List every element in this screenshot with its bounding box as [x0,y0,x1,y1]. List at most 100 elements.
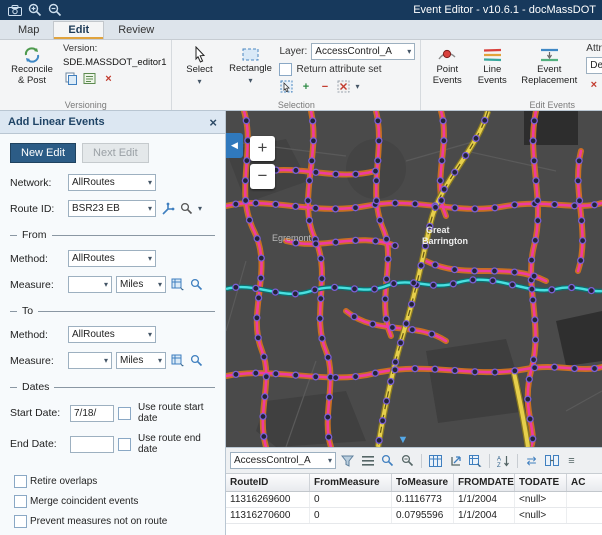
new-edit-button[interactable]: New Edit [10,143,76,163]
column-header-tomeasure[interactable]: ToMeasure [392,474,454,491]
select-button[interactable]: Select ▾ [177,43,221,98]
export-arrow-icon[interactable] [447,452,464,469]
from-measure-input[interactable]: ▾ [68,276,112,293]
line-events-label: Line Events [474,65,510,87]
to-measure-unit-select[interactable]: Miles ▾ [116,352,166,369]
from-method-select[interactable]: AllRoutes ▾ [68,250,156,267]
table-row[interactable]: 11316270600 0 0.0795596 1/1/2004 <null> [226,508,602,524]
cell-tomeasure: 0.1116773 [392,492,454,507]
link-icon[interactable]: ≡ [563,452,580,469]
end-date-input[interactable] [70,436,114,453]
network-select[interactable]: AllRoutes ▾ [68,174,156,191]
line-events-button[interactable]: Line Events [472,43,512,98]
column-header-fromdate[interactable]: FROMDATE [454,474,515,491]
zoom-in-button[interactable]: + [250,136,275,161]
panel-close-icon[interactable]: × [209,116,217,129]
dates-section-label: Dates [22,381,49,393]
zoom-out-button[interactable]: − [250,164,275,189]
use-route-start-checkbox[interactable] [118,407,131,420]
map-view[interactable]: Egremont Great Barrington ◀ + − ▼ [226,111,602,447]
to-measure-label: Measure: [10,355,64,367]
to-measure-zoom-icon[interactable] [189,353,204,368]
switch-selection-icon[interactable]: ⇄ [523,452,540,469]
route-id-value: BSR23 EB [72,203,144,214]
rectangle-dropdown-chevron-icon[interactable]: ▾ [248,76,252,85]
remove-from-selection-icon[interactable]: − [317,79,332,94]
column-header-routeid[interactable]: RouteID [226,474,310,491]
zoom-out-icon[interactable] [46,2,63,18]
from-measure-unit-select[interactable]: Miles ▾ [116,276,166,293]
edit-version-icon[interactable] [63,71,78,86]
to-method-label: Method: [10,329,64,341]
prevent-measures-checkbox[interactable] [14,515,27,528]
sort-ascending-icon[interactable]: AZ [495,452,512,469]
tab-edit[interactable]: Edit [53,21,104,39]
to-method-select[interactable]: AllRoutes ▾ [68,326,156,343]
merge-coincident-checkbox[interactable] [14,495,27,508]
menu-icon[interactable] [359,452,376,469]
titlebar: Event Editor - v10.6.1 - docMassDOT [0,0,602,20]
table-row[interactable]: 11316269600 0 0.1116773 1/1/2004 <null> [226,492,602,508]
columns-icon[interactable] [427,452,444,469]
start-date-label: Start Date: [10,407,66,419]
from-method-chevron-icon: ▾ [148,254,152,263]
column-header-frommeasure[interactable]: FromMeasure [310,474,392,491]
new-selection-icon[interactable] [279,79,294,94]
to-measure-picker-icon[interactable] [170,353,185,368]
ribbon-group-versioning: Reconcile & Post Version: SDE.MASSDOT_ed… [0,40,172,110]
select-route-on-map-icon[interactable] [160,201,175,216]
column-header-todate[interactable]: TODATE [515,474,567,491]
use-route-end-checkbox[interactable] [118,438,131,451]
route-zoom-chevron-icon[interactable]: ▾ [198,204,202,213]
clear-selection-icon[interactable] [336,79,351,94]
collapse-bottom-grid-button[interactable]: ▼ [386,433,420,446]
return-attribute-set-label: Return attribute set [296,64,381,75]
tab-review[interactable]: Review [104,22,168,39]
zoom-in-icon[interactable] [26,2,43,18]
zoom-to-selected-icon[interactable] [399,452,416,469]
delete-event-icon[interactable]: × [586,77,601,92]
select-cursor-icon [192,46,207,64]
event-replacement-icon [539,46,560,64]
grid-layer-select[interactable]: AccessControl_A ▾ [230,452,336,469]
window-title: Event Editor - v10.6.1 - docMassDOT [413,4,596,16]
tab-map[interactable]: Map [4,22,53,39]
camera-icon[interactable] [6,2,23,18]
layer-select[interactable]: AccessControl_A ▾ [311,43,415,60]
selection-options-icon[interactable]: ▾ [355,82,359,91]
return-attribute-set-checkbox[interactable] [279,63,292,76]
from-measure-zoom-icon[interactable] [189,277,204,292]
attribute-set-label: Attribute Set: [586,43,602,54]
point-events-icon [437,46,457,64]
column-header-ac[interactable]: AC [567,474,602,491]
related-tables-icon[interactable] [543,452,560,469]
add-to-selection-icon[interactable]: + [298,79,313,94]
route-id-select[interactable]: BSR23 EB ▾ [68,200,156,217]
find-icon[interactable] [379,452,396,469]
route-zoom-icon[interactable] [179,201,194,216]
to-measure-input[interactable]: ▾ [68,352,112,369]
table-options-icon[interactable] [467,452,484,469]
attribute-set-select[interactable]: Default ▾ [586,57,602,74]
filter-icon[interactable] [339,452,356,469]
use-route-end-label: Use route end date [138,433,215,455]
prevent-measures-label: Prevent measures not on route [30,516,167,527]
collapse-left-panel-button[interactable]: ◀ [226,133,243,158]
route-id-chevron-icon: ▾ [148,204,152,213]
cell-todate: <null> [515,508,567,523]
version-properties-icon[interactable] [82,71,97,86]
panel-header: Add Linear Events × [0,111,225,134]
rectangle-button[interactable]: Rectangle ▾ [225,43,275,98]
versioning-controls: Version: SDE.MASSDOT_editor1 × [63,43,166,98]
delete-version-icon[interactable]: × [101,71,116,86]
rectangle-label: Rectangle [229,64,272,75]
retire-overlaps-checkbox[interactable] [14,475,27,488]
from-measure-picker-icon[interactable] [170,277,185,292]
start-date-input[interactable] [70,405,114,422]
event-replacement-button[interactable]: Event Replacement [516,43,582,98]
reconcile-post-button[interactable]: Reconcile & Post [5,43,59,98]
point-events-button[interactable]: Point Events [426,43,468,98]
ribbon-group-selection: Select ▾ Rectangle ▾ Layer: AccessContro… [172,40,421,110]
map-canvas[interactable]: Egremont Great Barrington [226,111,602,447]
select-dropdown-chevron-icon[interactable]: ▾ [197,77,201,86]
